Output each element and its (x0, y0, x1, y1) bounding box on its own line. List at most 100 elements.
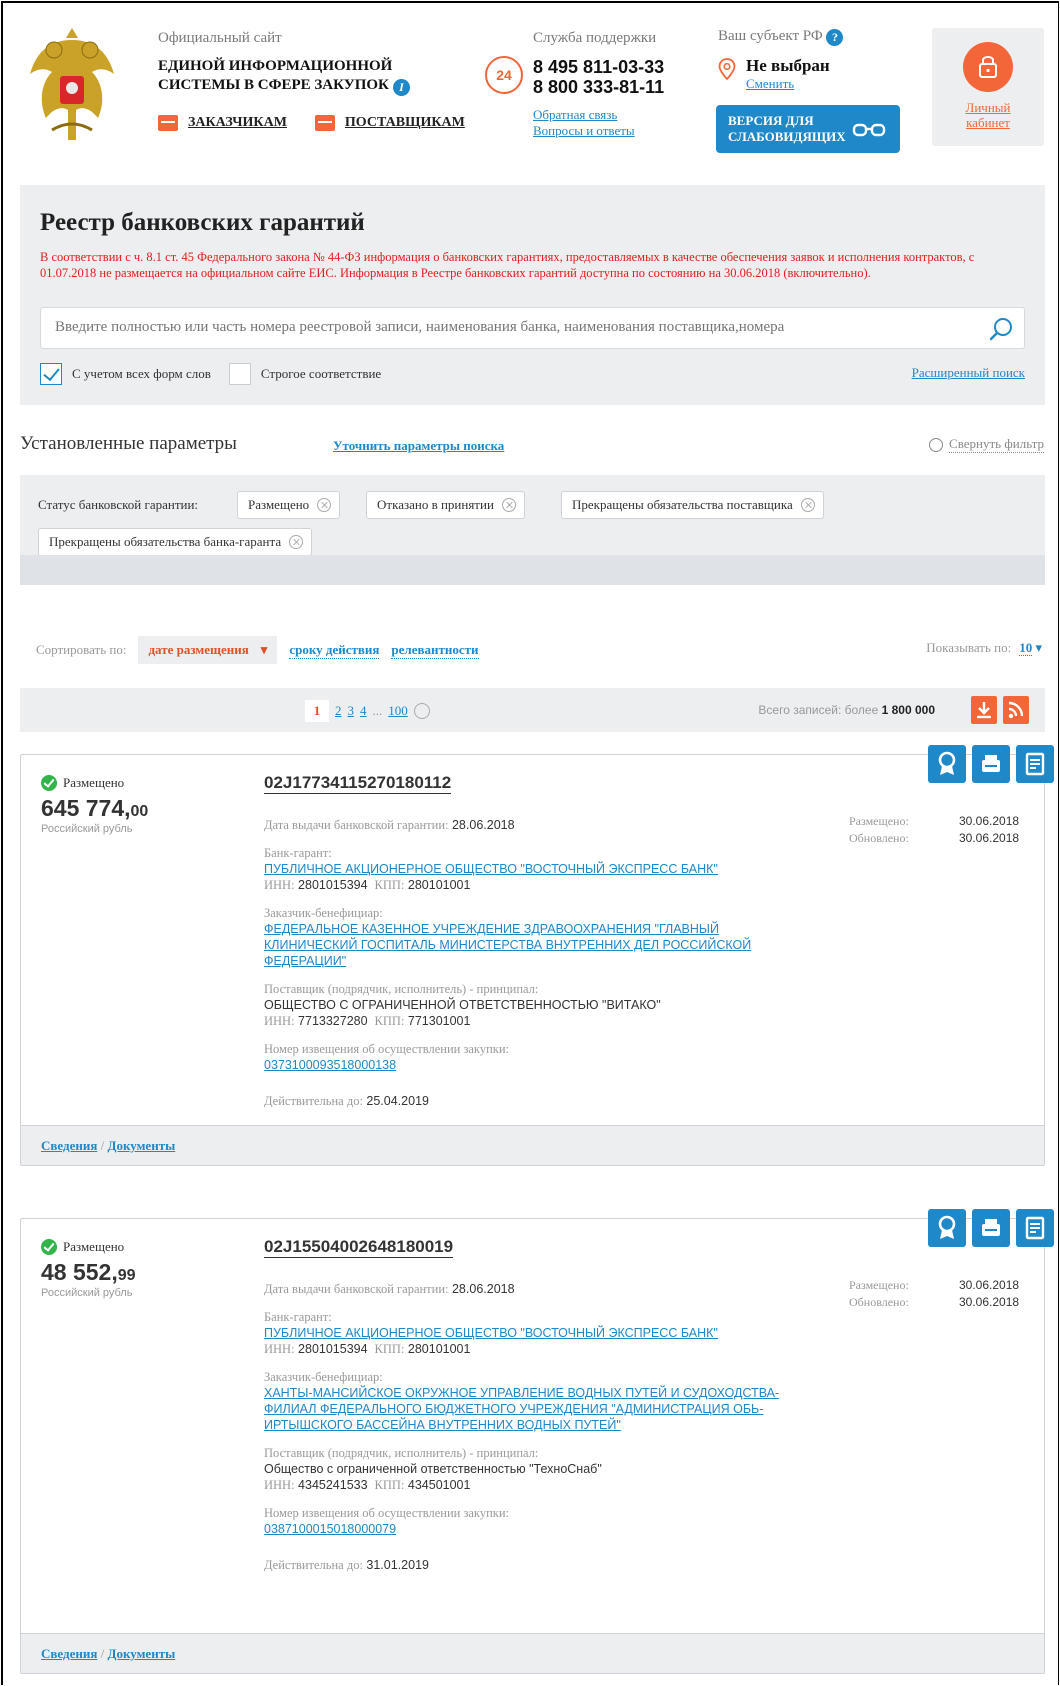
status-badge: Размещено (41, 775, 124, 791)
filter-panel: Статус банковской гарантии: Размещено От… (20, 475, 1045, 585)
page-link[interactable]: 3 (348, 703, 355, 719)
customer-link[interactable]: ФЕДЕРАЛЬНОЕ КАЗЕННОЕ УЧРЕЖДЕНИЕ ЗДРАВООХ… (264, 922, 751, 968)
remove-tag-icon[interactable] (800, 498, 815, 512)
document-button[interactable] (1016, 745, 1054, 783)
card-dates: Размещено: 30.06.2018 Обновлено: 30.06.201… (849, 1278, 1020, 1309)
print-icon (982, 1219, 1000, 1236)
download-icon (977, 702, 991, 719)
check-circle-icon (41, 1239, 57, 1255)
customers-link[interactable]: ЗАКАЗЧИКАМ (158, 115, 287, 131)
document-icon (1025, 1216, 1045, 1240)
info-tab-link[interactable]: Сведения (41, 1646, 97, 1661)
filter-tag[interactable]: Размещено (237, 491, 341, 519)
page-link[interactable]: 2 (335, 703, 342, 719)
notice-link[interactable]: 0373100093518000138 (264, 1058, 396, 1072)
registry-number-link[interactable]: 02J15504002648180019 (264, 1237, 454, 1258)
region-title: Ваш субъект РФ (718, 28, 823, 44)
phone-2: 8 800 333-81-11 (533, 77, 665, 97)
bank-link[interactable]: ПУБЛИЧНОЕ АКЦИОНЕРНОЕ ОБЩЕСТВО "ВОСТОЧНЫ… (264, 1326, 718, 1340)
print-button[interactable] (972, 1209, 1010, 1247)
remove-tag-icon[interactable] (289, 535, 304, 549)
advanced-search-link[interactable]: Расширенный поиск (912, 365, 1025, 381)
low-vision-button[interactable]: ВЕРСИЯ ДЛЯ СЛАБОВИДЯЩИХ (716, 105, 900, 153)
page-link-last[interactable]: 100 (388, 703, 408, 719)
search-icon[interactable] (988, 316, 1014, 342)
help-icon[interactable]: ? (826, 29, 844, 46)
sort-by-relevance-link[interactable]: релевантности (391, 642, 479, 659)
page-current[interactable]: 1 (305, 700, 329, 722)
lock-icon (963, 42, 1013, 92)
documents-tab-link[interactable]: Документы (108, 1646, 176, 1661)
support-title: Служба поддержки (533, 30, 657, 46)
print-icon (982, 755, 1000, 772)
document-button[interactable] (1016, 1209, 1054, 1247)
sort-by-date-button[interactable]: дате размещения ▾ (138, 636, 278, 664)
feedback-link[interactable]: Обратная связь (533, 107, 664, 123)
next-page-icon[interactable] (413, 703, 430, 719)
search-input[interactable] (55, 319, 975, 336)
card-details: Дата выдачи банковской гарантии: 28.06.2… (264, 1281, 804, 1573)
guarantee-card: Размещено 645 774,00 Российский рубль 02… (20, 745, 1054, 1166)
page-title: Реестр банковских гарантий (40, 209, 365, 236)
info-tab-link[interactable]: Сведения (41, 1138, 97, 1153)
certificate-button[interactable] (928, 1209, 966, 1247)
chevron-up-icon (929, 437, 944, 452)
card-dates: Размещено: 30.06.2018 Обновлено: 30.06.201… (849, 814, 1020, 845)
location-pin-icon (718, 58, 736, 80)
remove-tag-icon[interactable] (501, 498, 516, 512)
sort-by-term-link[interactable]: сроку действия (289, 642, 380, 659)
site-subtitle: Официальный сайт (158, 30, 282, 46)
glasses-icon (852, 123, 886, 137)
customer-link[interactable]: ХАНТЫ-МАНСИЙСКОЕ ОКРУЖНОЕ УПРАВЛЕНИЕ ВОД… (264, 1386, 779, 1432)
supplier-name: Общество с ограниченной ответственностью… (264, 1462, 602, 1476)
phone-1: 8 495 811-03-33 (533, 57, 665, 77)
download-button[interactable] (971, 696, 997, 724)
support-block: Служба поддержки 24 8 495 811-03-33 8 80… (485, 30, 664, 139)
rss-icon (1008, 701, 1024, 719)
status-filter-label: Статус банковской гарантии: (38, 497, 199, 512)
filter-tag[interactable]: Отказано в принятии (366, 491, 525, 519)
page-link[interactable]: 4 (360, 703, 367, 719)
site-title-line2: СИСТЕМЫ В СФЕРЕ ЗАКУПОК (158, 77, 389, 93)
guarantee-amount: 48 552,99 (41, 1259, 136, 1285)
status-badge: Размещено (41, 1239, 124, 1255)
sort-label: Сортировать по: (36, 642, 127, 657)
cabinet-label-1: Личный (965, 100, 1011, 115)
filter-panel-footer (20, 555, 1045, 585)
documents-tab-link[interactable]: Документы (108, 1138, 176, 1153)
supplier-name: ОБЩЕСТВО С ОГРАНИЧЕННОЙ ОТВЕТСТВЕННОСТЬЮ… (264, 998, 661, 1012)
notice-link[interactable]: 0387100015018000079 (264, 1522, 396, 1536)
all-forms-label: С учетом всех форм слов (72, 366, 211, 381)
filter-tag[interactable]: Прекращены обязательства банка-гаранта (38, 528, 313, 556)
filter-tag[interactable]: Прекращены обязательства поставщика (561, 491, 824, 519)
guarantee-amount: 645 774,00 (41, 795, 149, 821)
faq-link[interactable]: Вопросы и ответы (533, 123, 664, 139)
certificate-button[interactable] (928, 745, 966, 783)
strict-label: Строгое соответствие (260, 366, 382, 381)
remove-tag-icon[interactable] (317, 498, 332, 512)
registry-number-link[interactable]: 02J17734115270180112 (264, 773, 452, 794)
card-footer: Сведения / Документы (21, 1125, 1044, 1165)
briefcase-icon (158, 115, 178, 131)
info-icon[interactable]: i (392, 79, 410, 96)
card-details: Дата выдачи банковской гарантии: 28.06.2… (264, 817, 804, 1109)
rss-button[interactable] (1003, 696, 1029, 724)
strict-checkbox[interactable] (228, 363, 251, 385)
suppliers-link[interactable]: ПОСТАВЩИКАМ (314, 115, 465, 131)
site-header: Официальный сайт ЕДИНОЙ ИНФОРМАЦИОННОЙ С… (0, 0, 1060, 180)
region-value: Не выбран (746, 56, 830, 75)
refine-search-link[interactable]: Уточнить параметры поиска (333, 438, 504, 454)
card-footer: Сведения / Документы (21, 1633, 1044, 1673)
total-records: Всего записей: более 1 800 000 (758, 703, 935, 717)
print-button[interactable] (972, 745, 1010, 783)
region-change-link[interactable]: Сменить (746, 76, 843, 92)
collapse-filter-button[interactable]: Свернуть фильтр (929, 436, 1044, 453)
personal-cabinet-button[interactable]: Личный кабинет (932, 28, 1044, 146)
all-forms-checkbox[interactable] (40, 363, 62, 385)
coat-of-arms-emblem (30, 28, 114, 140)
bank-link[interactable]: ПУБЛИЧНОЕ АКЦИОНЕРНОЕ ОБЩЕСТВО "ВОСТОЧНЫ… (264, 862, 718, 876)
award-icon (938, 1215, 956, 1239)
page-size-select[interactable]: Показывать по: 10 ▾ (926, 640, 1042, 656)
search-panel: Реестр банковских гарантий В соответстви… (20, 185, 1045, 405)
chevron-down-icon: ▾ (1035, 640, 1042, 655)
